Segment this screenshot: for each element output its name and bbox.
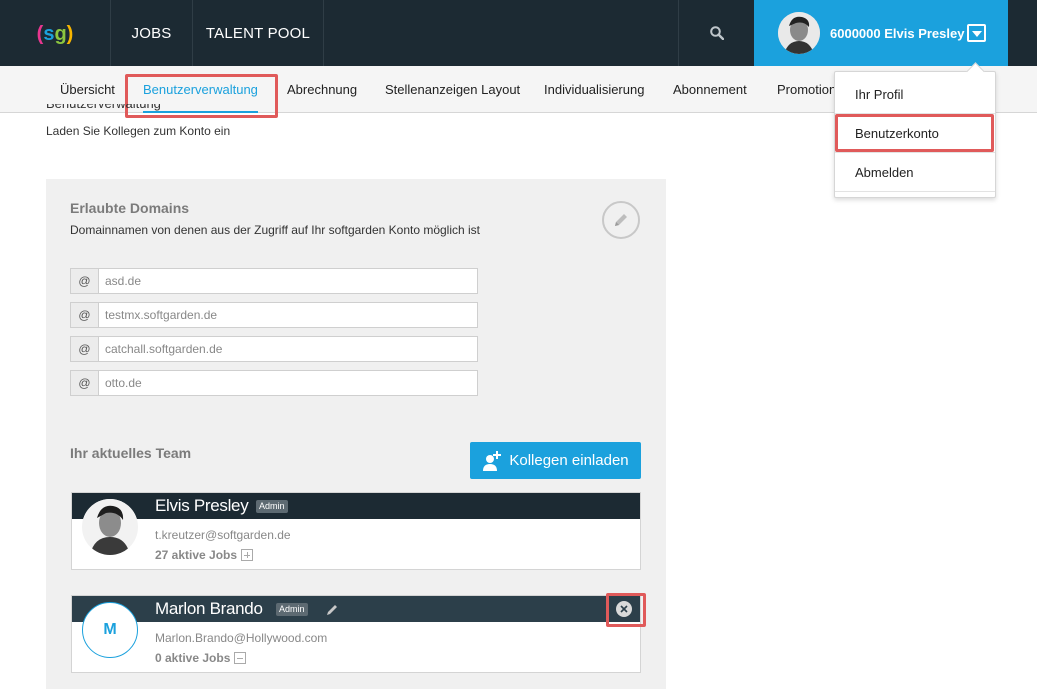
page-title: Benutzerverwaltung bbox=[46, 104, 161, 114]
at-prefix: @ bbox=[70, 268, 98, 294]
menu-item-logout[interactable]: Abmelden bbox=[835, 154, 995, 192]
menu-highlight-box bbox=[835, 114, 994, 152]
search-icon bbox=[709, 26, 724, 40]
softgarden-logo[interactable]: (sg) bbox=[0, 0, 111, 66]
edit-domains-button[interactable] bbox=[602, 201, 640, 239]
at-prefix: @ bbox=[70, 336, 98, 362]
user-menu[interactable]: 6000000 Elvis Presley bbox=[754, 0, 1008, 66]
tab-individualisierung[interactable]: Individualisierung bbox=[544, 66, 644, 112]
jobs-count: 27 aktive Jobs bbox=[155, 548, 238, 562]
svg-text:(sg): (sg) bbox=[37, 23, 74, 45]
jobs-count: 0 aktive Jobs bbox=[155, 651, 231, 665]
member-name: Marlon Brando bbox=[155, 599, 263, 618]
member-name: Elvis Presley bbox=[155, 496, 249, 515]
domain-value[interactable]: testmx.softgarden.de bbox=[98, 302, 478, 328]
tab-stellenanzeigen-layout[interactable]: Stellenanzeigen Layout bbox=[385, 66, 520, 112]
avatar bbox=[82, 499, 138, 555]
admin-badge: Admin bbox=[276, 603, 308, 616]
tab-abonnement[interactable]: Abonnement bbox=[673, 66, 747, 112]
member-jobs: 0 aktive Jobs bbox=[155, 651, 247, 665]
menu-item-profile[interactable]: Ihr Profil bbox=[835, 76, 995, 114]
settings-panel: Erlaubte Domains Domainnamen von denen a… bbox=[46, 179, 666, 689]
at-prefix: @ bbox=[70, 302, 98, 328]
domain-value[interactable]: catchall.softgarden.de bbox=[98, 336, 478, 362]
domain-field[interactable]: @ asd.de bbox=[70, 268, 478, 294]
invite-label: Kollegen einladen bbox=[509, 452, 629, 469]
pencil-icon bbox=[615, 214, 627, 226]
expand-icon[interactable] bbox=[241, 549, 254, 561]
user-name: 6000000 Elvis Presley bbox=[830, 25, 965, 41]
avatar: M bbox=[82, 602, 138, 658]
at-prefix: @ bbox=[70, 370, 98, 396]
domains-description: Domainnamen von denen aus der Zugriff au… bbox=[70, 223, 481, 237]
domains-title: Erlaubte Domains bbox=[70, 200, 190, 216]
pencil-icon[interactable] bbox=[326, 602, 340, 616]
avatar bbox=[778, 12, 820, 54]
top-navbar: (sg) JOBS TALENT POOL 6000000 Elvis Pres… bbox=[0, 0, 1037, 66]
domain-value[interactable]: otto.de bbox=[98, 370, 478, 396]
page-description: Laden Sie Kollegen zum Konto ein bbox=[46, 124, 231, 138]
admin-badge: Admin bbox=[256, 500, 288, 513]
domain-value[interactable]: asd.de bbox=[98, 268, 478, 294]
domain-field[interactable]: @ testmx.softgarden.de bbox=[70, 302, 478, 328]
tab-promotion[interactable]: Promotion bbox=[777, 66, 836, 112]
team-member-card: M Marlon Brando Admin Marlon.Brando@Holl… bbox=[71, 595, 641, 673]
invite-colleagues-button[interactable]: Kollegen einladen bbox=[470, 442, 641, 479]
nav-jobs[interactable]: JOBS bbox=[111, 0, 193, 66]
domain-field[interactable]: @ otto.de bbox=[70, 370, 478, 396]
chevron-down-icon[interactable] bbox=[967, 24, 986, 42]
search-button[interactable] bbox=[678, 0, 754, 66]
member-email: t.kreutzer@softgarden.de bbox=[155, 528, 291, 542]
team-title: Ihr aktuelles Team bbox=[70, 445, 192, 461]
nav-talent-pool[interactable]: TALENT POOL bbox=[193, 0, 324, 66]
remove-highlight-box bbox=[606, 593, 646, 627]
add-user-icon bbox=[483, 450, 502, 471]
member-email: Marlon.Brando@Hollywood.com bbox=[155, 631, 328, 645]
collapse-icon[interactable] bbox=[234, 652, 247, 664]
team-member-card: Elvis Presley Admin t.kreutzer@softgarde… bbox=[71, 492, 641, 570]
domain-field[interactable]: @ catchall.softgarden.de bbox=[70, 336, 478, 362]
tab-abrechnung[interactable]: Abrechnung bbox=[287, 66, 357, 112]
member-jobs: 27 aktive Jobs bbox=[155, 548, 254, 562]
